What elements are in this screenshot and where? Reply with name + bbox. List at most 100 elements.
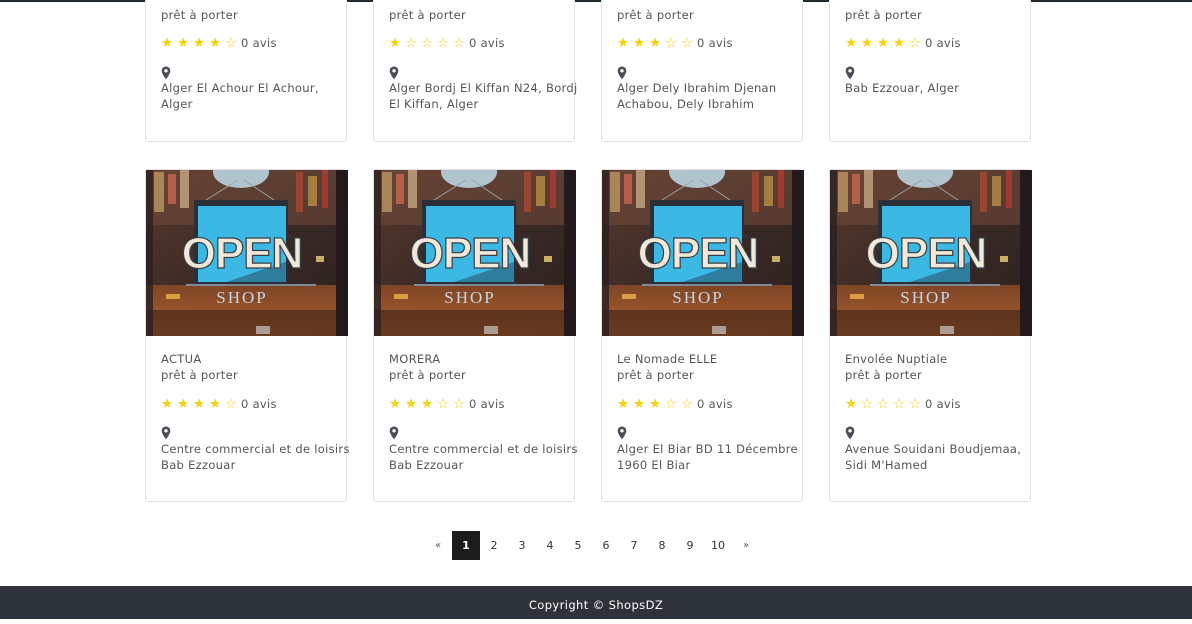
- star-filled-icon: ★: [845, 35, 858, 51]
- pagination-next[interactable]: »: [732, 531, 760, 560]
- star-outline-icon: ☆: [437, 35, 450, 51]
- rating: ★ ★ ★ ★ ☆ 0 avis: [161, 396, 277, 412]
- star-rating: ★ ★ ★ ☆ ☆: [617, 396, 697, 412]
- sign-text: OPEN: [410, 229, 531, 278]
- star-outline-icon: ☆: [453, 396, 466, 412]
- star-filled-icon: ★: [161, 35, 174, 51]
- shop-card[interactable]: OPEN SHOP Envolée Nuptiale prêt à porter ★…: [829, 169, 1032, 502]
- star-filled-icon: ★: [389, 35, 402, 51]
- shop-card[interactable]: OPEN SHOP ACTUA prêt à porter ★ ★ ★ ★ ☆ 0 avis C…: [145, 169, 349, 502]
- review-count: 0 avis: [241, 397, 277, 411]
- sign-subtext: SHOP: [444, 288, 495, 307]
- shop-name[interactable]: Envolée Nuptiale: [845, 351, 947, 367]
- star-filled-icon: ★: [617, 396, 630, 412]
- shop-category: prêt à porter: [389, 8, 466, 22]
- shop-card[interactable]: OPEN SHOP MORERA prêt à porter ★ ★ ★ ☆ ☆ 0 avis…: [373, 169, 577, 502]
- star-filled-icon: ★: [893, 35, 906, 51]
- map-pin-icon: [161, 425, 171, 440]
- shop-card[interactable]: prêt à porter ★ ★ ★ ☆ ☆ 0 avis Alger Dely Ibrah…: [601, 0, 803, 142]
- star-filled-icon: ★: [877, 35, 890, 51]
- shop-image[interactable]: OPEN SHOP: [602, 170, 804, 336]
- shop-card[interactable]: prêt à porter ★ ★ ★ ★ ☆ 0 avis Alger El Achour …: [145, 0, 347, 142]
- review-count: 0 avis: [925, 36, 961, 50]
- map-pin-icon: [845, 65, 855, 80]
- sign-subtext: SHOP: [672, 288, 723, 307]
- star-filled-icon: ★: [209, 396, 222, 412]
- page-5[interactable]: 5: [564, 531, 592, 560]
- star-filled-icon: ★: [421, 396, 434, 412]
- shop-address: Avenue Souidani Boudjemaa, Sidi M'Hamed: [845, 442, 1022, 472]
- star-outline-icon: ☆: [225, 396, 238, 412]
- shop-category: prêt à porter: [161, 8, 238, 22]
- star-rating: ★ ★ ★ ★ ☆: [845, 35, 925, 51]
- page-6[interactable]: 6: [592, 531, 620, 560]
- shop-category: prêt à porter: [389, 368, 466, 382]
- shop-name[interactable]: MORERA: [389, 351, 440, 367]
- shop-card[interactable]: prêt à porter ★ ☆ ☆ ☆ ☆ 0 avis Alger Bordj El K…: [373, 0, 577, 142]
- map-pin-icon: [389, 425, 399, 440]
- star-filled-icon: ★: [845, 396, 858, 412]
- page-2[interactable]: 2: [480, 531, 508, 560]
- star-filled-icon: ★: [389, 396, 402, 412]
- map-pin-icon: [389, 65, 399, 80]
- star-outline-icon: ☆: [861, 396, 874, 412]
- shop-card[interactable]: OPEN SHOP Le Nomade ELLE prêt à porter ★ ★ ★…: [601, 169, 804, 502]
- shop-category: prêt à porter: [617, 8, 694, 22]
- shop-name[interactable]: ACTUA: [161, 351, 202, 367]
- sign-subtext: SHOP: [900, 288, 951, 307]
- star-rating: ★ ☆ ☆ ☆ ☆: [845, 396, 925, 412]
- shop-category: prêt à porter: [161, 368, 238, 382]
- review-count: 0 avis: [697, 36, 733, 50]
- rating: ★ ☆ ☆ ☆ ☆ 0 avis: [845, 396, 961, 412]
- sign-text: OPEN: [182, 229, 303, 278]
- shop-address: Centre commercial et de loisirs Bab Ezzo…: [389, 442, 578, 472]
- page-4[interactable]: 4: [536, 531, 564, 560]
- sign-text: OPEN: [638, 229, 759, 278]
- shop-category: prêt à porter: [845, 8, 922, 22]
- review-count: 0 avis: [469, 36, 505, 50]
- page-9[interactable]: 9: [676, 531, 704, 560]
- star-outline-icon: ☆: [909, 35, 922, 51]
- star-outline-icon: ☆: [877, 396, 890, 412]
- star-filled-icon: ★: [649, 396, 662, 412]
- rating: ★ ★ ★ ☆ ☆ 0 avis: [617, 35, 733, 51]
- page-8[interactable]: 8: [648, 531, 676, 560]
- star-filled-icon: ★: [617, 35, 630, 51]
- star-filled-icon: ★: [193, 396, 206, 412]
- star-rating: ★ ★ ★ ☆ ☆: [389, 396, 469, 412]
- review-count: 0 avis: [241, 36, 277, 50]
- star-outline-icon: ☆: [437, 396, 450, 412]
- shop-name[interactable]: Le Nomade ELLE: [617, 351, 717, 367]
- rating: ★ ☆ ☆ ☆ ☆ 0 avis: [389, 35, 505, 51]
- shop-address: Alger El Biar BD 11 Décembre 1960 El Bia…: [617, 442, 798, 472]
- star-rating: ★ ☆ ☆ ☆ ☆: [389, 35, 469, 51]
- star-rating: ★ ★ ★ ☆ ☆: [617, 35, 697, 51]
- review-count: 0 avis: [469, 397, 505, 411]
- rating: ★ ★ ★ ★ ☆ 0 avis: [845, 35, 961, 51]
- page-7[interactable]: 7: [620, 531, 648, 560]
- star-outline-icon: ☆: [665, 396, 678, 412]
- shop-image[interactable]: OPEN SHOP: [146, 170, 348, 336]
- shop-address: Alger Bordj El Kiffan N24, Bordj El Kiff…: [389, 81, 578, 111]
- shop-address: Alger El Achour El Achour, Alger: [161, 81, 319, 111]
- star-filled-icon: ★: [209, 35, 222, 51]
- rating: ★ ★ ★ ★ ☆ 0 avis: [161, 35, 277, 51]
- shop-category: prêt à porter: [617, 368, 694, 382]
- star-filled-icon: ★: [161, 396, 174, 412]
- shop-address: Centre commercial et de loisirs Bab Ezzo…: [161, 442, 350, 472]
- page-3[interactable]: 3: [508, 531, 536, 560]
- shop-image[interactable]: OPEN SHOP: [830, 170, 1032, 336]
- star-filled-icon: ★: [649, 35, 662, 51]
- star-outline-icon: ☆: [225, 35, 238, 51]
- star-outline-icon: ☆: [909, 396, 922, 412]
- shop-image[interactable]: OPEN SHOP: [374, 170, 576, 336]
- star-filled-icon: ★: [177, 396, 190, 412]
- shop-card[interactable]: prêt à porter ★ ★ ★ ★ ☆ 0 avis Bab Ezzouar, Alg…: [829, 0, 1031, 142]
- star-outline-icon: ☆: [893, 396, 906, 412]
- page-10[interactable]: 10: [704, 531, 732, 560]
- review-count: 0 avis: [697, 397, 733, 411]
- page-1[interactable]: 1: [452, 531, 480, 560]
- footer: Copyright © ShopsDZ: [0, 586, 1192, 619]
- pagination-prev[interactable]: «: [424, 531, 452, 560]
- sign-text: OPEN: [866, 229, 987, 278]
